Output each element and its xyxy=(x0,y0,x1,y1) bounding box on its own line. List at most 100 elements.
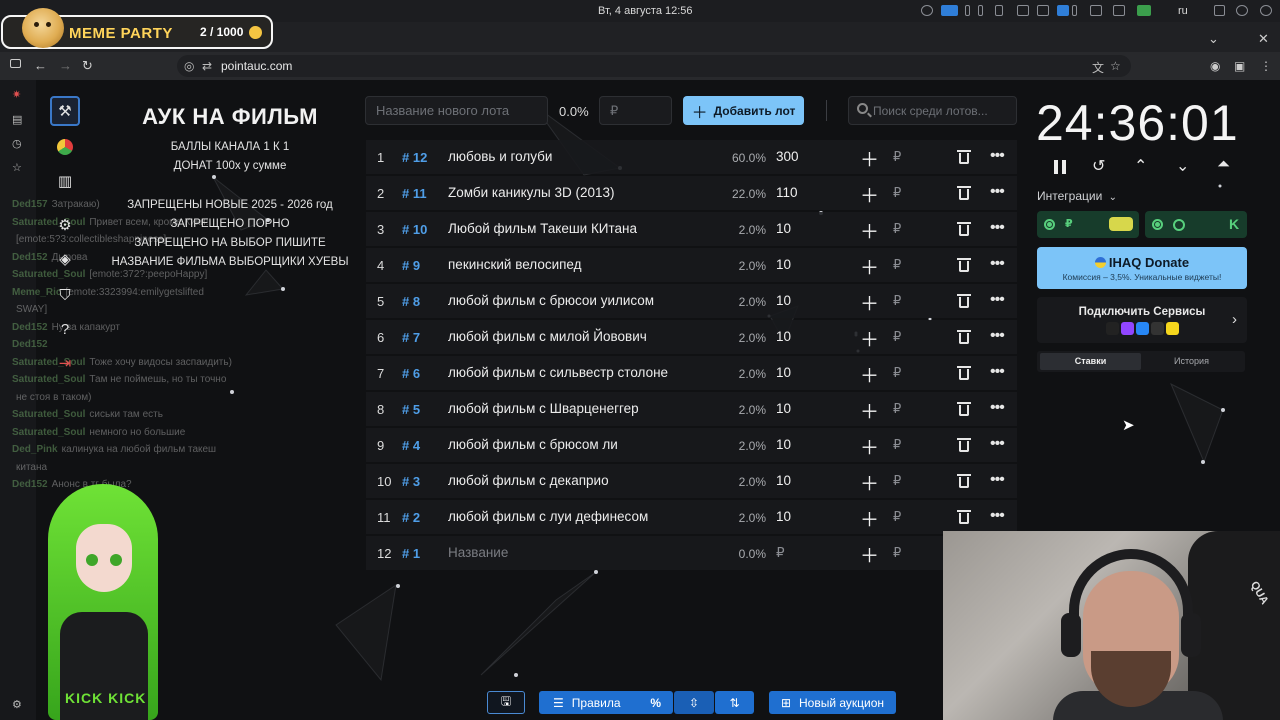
delete-lot-icon[interactable] xyxy=(957,294,971,308)
new-lot-amount-input[interactable] xyxy=(599,96,672,125)
url-text[interactable]: pointauc.com xyxy=(221,59,292,73)
ruble-icon[interactable]: ₽ xyxy=(893,149,901,165)
delete-lot-icon[interactable] xyxy=(957,474,971,488)
cpu-tray-icon[interactable] xyxy=(1057,5,1069,16)
lot-name[interactable]: любой фильм с милой Йовович xyxy=(448,329,647,344)
usb-tray-icon[interactable] xyxy=(1072,5,1077,16)
language-indicator[interactable]: ru xyxy=(1178,5,1188,17)
more-options-icon[interactable]: ••• xyxy=(990,219,1005,237)
lot-name[interactable]: любовь и голуби xyxy=(448,149,552,164)
delete-lot-icon[interactable] xyxy=(957,222,971,236)
delete-lot-icon[interactable] xyxy=(957,150,971,164)
panel-files-icon[interactable]: ▤ xyxy=(12,113,22,126)
stats-button[interactable]: ▥ xyxy=(50,166,80,196)
lot-name[interactable]: Название xyxy=(448,545,508,560)
back-arrow-icon[interactable]: ← xyxy=(34,58,47,73)
timer-increase-icon[interactable]: ⌃ xyxy=(1134,156,1147,176)
lot-amount[interactable]: 10 xyxy=(776,509,791,524)
add-amount-icon[interactable]: ＋ xyxy=(860,469,879,496)
window-tray-icon[interactable] xyxy=(941,5,958,16)
integration-card-2[interactable]: K xyxy=(1145,211,1247,238)
auction-hammer-button[interactable]: ⚒ xyxy=(50,96,80,126)
ruble-icon[interactable]: ₽ xyxy=(893,509,901,525)
ruble-icon[interactable]: ₽ xyxy=(893,545,901,561)
delete-lot-icon[interactable] xyxy=(957,438,971,452)
site-info-icon[interactable]: ◎ xyxy=(184,59,194,73)
delete-lot-icon[interactable] xyxy=(957,186,971,200)
lot-name[interactable]: любой фильм с декаприо xyxy=(448,473,609,488)
ruble-icon[interactable]: ₽ xyxy=(893,257,901,273)
reload-icon[interactable]: ↻ xyxy=(82,58,93,74)
lot-name[interactable]: любой фильм с брюсои уилисом xyxy=(448,293,654,308)
new-lot-name-input[interactable] xyxy=(365,96,548,125)
more-options-icon[interactable]: ••• xyxy=(990,507,1005,525)
lot-name[interactable]: Zомби каникулы 3D (2013) xyxy=(448,185,615,200)
settings-tray-icon[interactable] xyxy=(921,5,933,16)
add-amount-icon[interactable]: ＋ xyxy=(860,505,879,532)
ruble-icon[interactable]: ₽ xyxy=(893,473,901,489)
more-options-icon[interactable]: ••• xyxy=(990,183,1005,201)
ruble-icon[interactable]: ₽ xyxy=(893,401,901,417)
sidebar-toggle-icon[interactable] xyxy=(10,59,21,68)
pause-icon[interactable] xyxy=(1054,160,1066,174)
help-button[interactable]: ? xyxy=(50,314,80,344)
more-options-icon[interactable]: ••• xyxy=(990,291,1005,309)
lot-name[interactable]: любой фильм с сильвестр столоне xyxy=(448,365,668,380)
add-amount-icon[interactable]: ＋ xyxy=(860,433,879,460)
browser-menu-icon[interactable]: ⋮ xyxy=(1260,59,1272,73)
lot-amount[interactable]: 10 xyxy=(776,221,791,236)
lot-name[interactable]: Любой фильм Такеши КИтана xyxy=(448,221,637,236)
add-amount-icon[interactable]: ＋ xyxy=(860,145,879,172)
more-options-icon[interactable]: ••• xyxy=(990,327,1005,345)
tab-history[interactable]: История xyxy=(1141,353,1242,370)
display-tray-icon[interactable] xyxy=(1113,5,1125,16)
settings-button[interactable]: ⚙ xyxy=(50,210,80,240)
add-amount-icon[interactable]: ＋ xyxy=(860,361,879,388)
network-tray-icon[interactable] xyxy=(1137,5,1151,16)
lot-amount[interactable]: 110 xyxy=(776,185,798,200)
bookmark-star-icon[interactable]: ☆ xyxy=(1110,59,1121,73)
integration-toggle-2[interactable] xyxy=(1152,219,1163,230)
url-bar[interactable] xyxy=(177,55,1131,77)
more-options-icon[interactable]: ••• xyxy=(990,435,1005,453)
ihaq-donate-banner[interactable]: IHAQ Donate Комиссия – 3,5%. Уникальные … xyxy=(1037,247,1247,289)
delete-lot-icon[interactable] xyxy=(957,330,971,344)
save-button[interactable]: 🖫 xyxy=(487,691,525,714)
lot-amount[interactable]: 300 xyxy=(776,149,799,164)
delete-lot-icon[interactable] xyxy=(957,366,971,380)
notifications-tray-icon[interactable] xyxy=(1214,5,1225,16)
integration-card-1[interactable]: ₽ xyxy=(1037,211,1139,238)
lot-name[interactable]: любой фильм с брюсом ли xyxy=(448,437,618,452)
lot-amount[interactable]: 10 xyxy=(776,437,791,452)
panel-app-icon[interactable]: ✷ xyxy=(12,88,21,101)
more-options-icon[interactable]: ••• xyxy=(990,147,1005,165)
forward-arrow-icon[interactable]: → xyxy=(59,58,72,73)
lot-amount[interactable]: 10 xyxy=(776,473,791,488)
add-amount-icon[interactable]: ＋ xyxy=(860,541,879,568)
delete-lot-icon[interactable] xyxy=(957,510,971,524)
ruble-icon[interactable]: ₽ xyxy=(893,185,901,201)
power-tray-icon[interactable] xyxy=(1260,5,1272,16)
add-amount-icon[interactable]: ＋ xyxy=(860,397,879,424)
rules-button[interactable]: ☰ Правила % xyxy=(539,691,673,714)
add-lot-button[interactable]: ＋ Добавить лот xyxy=(683,96,804,125)
new-auction-button[interactable]: ⊞ Новый аукцион xyxy=(769,691,896,714)
layers-button[interactable]: ◈ xyxy=(50,244,80,274)
lot-name[interactable]: любой фильм с луи дефинесом xyxy=(448,509,648,524)
ruble-icon[interactable]: ₽ xyxy=(893,293,901,309)
ruble-icon[interactable]: ₽ xyxy=(893,221,901,237)
timer-double-up-icon[interactable]: ⏶ xyxy=(1217,156,1230,174)
add-amount-icon[interactable]: ＋ xyxy=(860,181,879,208)
reset-timer-icon[interactable]: ↺ xyxy=(1092,156,1105,176)
battery-tray-icon-2[interactable] xyxy=(978,5,983,16)
integration-toggle-1[interactable] xyxy=(1044,219,1055,230)
more-options-icon[interactable]: ••• xyxy=(990,399,1005,417)
lot-amount[interactable]: 10 xyxy=(776,293,791,308)
lot-amount[interactable]: 10 xyxy=(776,401,791,416)
lot-amount[interactable]: 10 xyxy=(776,329,791,344)
keyboard-tray-icon[interactable] xyxy=(1017,5,1029,16)
add-amount-icon[interactable]: ＋ xyxy=(860,217,879,244)
lot-name[interactable]: любой фильм с Шварценеггер xyxy=(448,401,639,416)
translate-icon[interactable]: 文 xyxy=(1092,59,1104,76)
delete-lot-icon[interactable] xyxy=(957,258,971,272)
